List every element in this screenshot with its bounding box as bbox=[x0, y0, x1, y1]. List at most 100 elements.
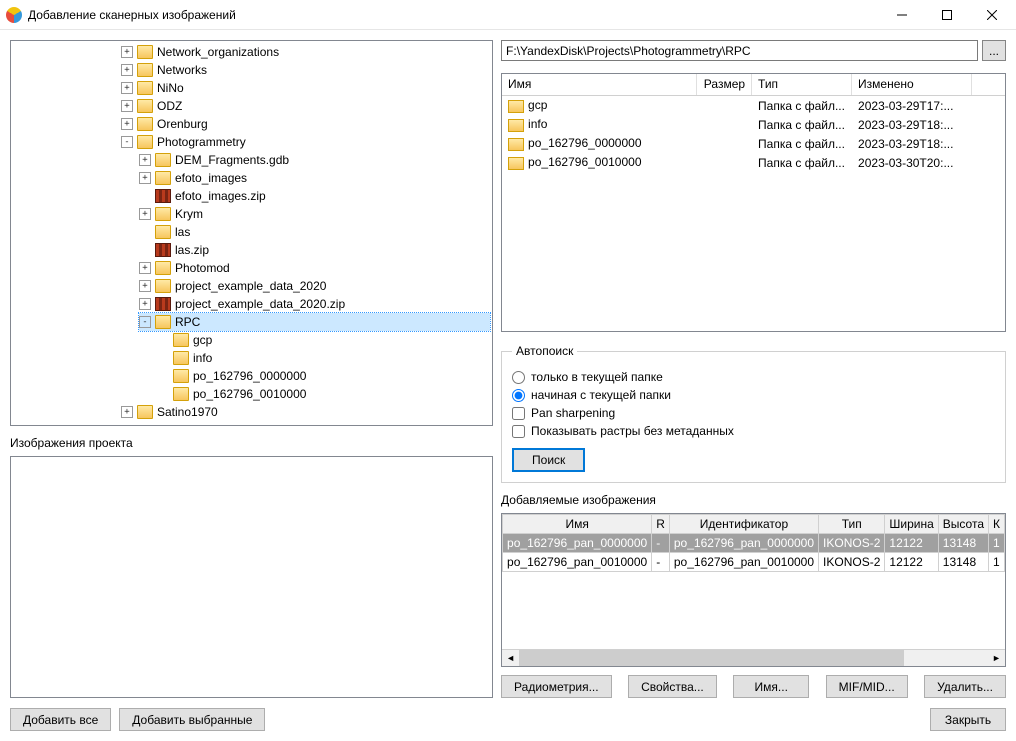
radio-only-current-label[interactable]: только в текущей папке bbox=[531, 370, 663, 384]
added-images-label: Добавляемые изображения bbox=[501, 493, 1006, 507]
col-name[interactable]: Имя bbox=[502, 74, 697, 95]
radio-from-current-label[interactable]: начиная с текущей папки bbox=[531, 388, 671, 402]
col-size[interactable]: Размер bbox=[697, 74, 752, 95]
tree-item[interactable]: gcp bbox=[157, 331, 490, 349]
tree-item[interactable]: po_162796_0010000 bbox=[157, 385, 490, 403]
tree-item[interactable]: +Networks bbox=[121, 61, 490, 79]
tree-item-label: project_example_data_2020.zip bbox=[175, 297, 345, 311]
check-pan-sharpening-label[interactable]: Pan sharpening bbox=[531, 406, 615, 420]
tree-item[interactable]: las.zip bbox=[139, 241, 490, 259]
file-row[interactable]: po_162796_0010000Папка с файл...2023-03-… bbox=[502, 153, 1005, 172]
delete-button[interactable]: Удалить... bbox=[924, 675, 1006, 698]
tree-item[interactable]: + Satino1970 bbox=[121, 403, 490, 421]
images-grid[interactable]: Имя R Идентификатор Тип Ширина Высота К … bbox=[501, 513, 1006, 667]
scroll-left-icon[interactable]: ◄ bbox=[502, 650, 519, 667]
path-input[interactable] bbox=[501, 40, 978, 61]
expand-icon[interactable]: + bbox=[121, 64, 133, 76]
mifmid-button[interactable]: MIF/MID... bbox=[826, 675, 908, 698]
tree-item-label: RPC bbox=[175, 315, 200, 329]
tree-item[interactable]: info bbox=[157, 349, 490, 367]
expand-icon[interactable]: + bbox=[139, 208, 151, 220]
grid-col-name[interactable]: Имя bbox=[503, 515, 652, 534]
check-show-no-meta-label[interactable]: Показывать растры без метаданных bbox=[531, 424, 734, 438]
expand-icon[interactable]: + bbox=[121, 100, 133, 112]
file-row[interactable]: infoПапка с файл...2023-03-29T18:... bbox=[502, 115, 1005, 134]
collapse-icon[interactable]: - bbox=[121, 136, 133, 148]
check-show-no-meta[interactable] bbox=[512, 425, 525, 438]
expand-icon[interactable]: + bbox=[121, 46, 133, 58]
folder-icon bbox=[508, 157, 524, 170]
search-button[interactable]: Поиск bbox=[512, 448, 585, 472]
folder-icon bbox=[155, 171, 171, 185]
grid-col-r[interactable]: R bbox=[652, 515, 670, 534]
radio-from-current[interactable] bbox=[512, 389, 525, 402]
scroll-right-icon[interactable]: ► bbox=[988, 650, 1005, 667]
grid-col-id[interactable]: Идентификатор bbox=[669, 515, 818, 534]
grid-row[interactable]: po_162796_pan_0000000-po_162796_pan_0000… bbox=[503, 534, 1005, 553]
tree-item[interactable]: - RPC bbox=[139, 313, 490, 331]
radio-only-current[interactable] bbox=[512, 371, 525, 384]
tree-item[interactable]: efoto_images.zip bbox=[139, 187, 490, 205]
expand-spacer bbox=[139, 190, 151, 202]
file-row[interactable]: po_162796_0000000Папка с файл...2023-03-… bbox=[502, 134, 1005, 153]
tree-item-label: efoto_images bbox=[175, 171, 247, 185]
minimize-button[interactable] bbox=[879, 0, 924, 29]
col-type[interactable]: Тип bbox=[752, 74, 852, 95]
grid-row[interactable]: po_162796_pan_0010000-po_162796_pan_0010… bbox=[503, 553, 1005, 572]
expand-icon[interactable]: + bbox=[121, 118, 133, 130]
col-modified[interactable]: Изменено bbox=[852, 74, 972, 95]
tree-item[interactable]: +Network_organizations bbox=[121, 43, 490, 61]
name-button[interactable]: Имя... bbox=[733, 675, 809, 698]
archive-icon bbox=[155, 243, 171, 257]
expand-spacer bbox=[157, 352, 169, 364]
expand-icon[interactable]: + bbox=[121, 406, 133, 418]
tree-item[interactable]: + efoto_images bbox=[139, 169, 490, 187]
tree-item[interactable]: + project_example_data_2020.zip bbox=[139, 295, 490, 313]
project-images-list[interactable] bbox=[10, 456, 493, 698]
browse-button[interactable]: ... bbox=[982, 40, 1006, 61]
tree-item-label: NiNo bbox=[157, 81, 184, 95]
file-row[interactable]: gcpПапка с файл...2023-03-29T17:... bbox=[502, 96, 1005, 115]
tree-item[interactable]: +DEM_Fragments.gdb bbox=[139, 151, 490, 169]
tree-item-label: Satino1970 bbox=[157, 405, 218, 419]
grid-col-width[interactable]: Ширина bbox=[885, 515, 938, 534]
tree-item[interactable]: + NiNo bbox=[121, 79, 490, 97]
grid-col-type[interactable]: Тип bbox=[819, 515, 885, 534]
grid-col-height[interactable]: Высота bbox=[938, 515, 988, 534]
expand-icon[interactable]: + bbox=[139, 298, 151, 310]
grid-col-k[interactable]: К bbox=[989, 515, 1005, 534]
grid-hscroll[interactable]: ◄ ► bbox=[502, 649, 1005, 666]
tree-item[interactable]: +Orenburg bbox=[121, 115, 490, 133]
folder-tree[interactable]: +Network_organizations+Networks+NiNo+ODZ… bbox=[10, 40, 493, 426]
expand-spacer bbox=[139, 244, 151, 256]
expand-icon[interactable]: + bbox=[139, 172, 151, 184]
properties-button[interactable]: Свойства... bbox=[628, 675, 717, 698]
radiometry-button[interactable]: Радиометрия... bbox=[501, 675, 612, 698]
folder-icon bbox=[137, 63, 153, 77]
check-pan-sharpening[interactable] bbox=[512, 407, 525, 420]
expand-icon[interactable]: + bbox=[139, 262, 151, 274]
tree-item[interactable]: po_162796_0000000 bbox=[157, 367, 490, 385]
folder-icon bbox=[155, 279, 171, 293]
tree-item[interactable]: +ODZ bbox=[121, 97, 490, 115]
tree-item[interactable]: +Krym bbox=[139, 205, 490, 223]
close-dialog-button[interactable]: Закрыть bbox=[930, 708, 1006, 731]
expand-icon[interactable]: + bbox=[139, 154, 151, 166]
folder-icon bbox=[137, 135, 153, 149]
scroll-thumb[interactable] bbox=[519, 650, 904, 667]
close-button[interactable] bbox=[969, 0, 1014, 29]
maximize-button[interactable] bbox=[924, 0, 969, 29]
tree-item[interactable]: +Photomod bbox=[139, 259, 490, 277]
collapse-icon[interactable]: - bbox=[139, 316, 151, 328]
tree-item-label: efoto_images.zip bbox=[175, 189, 266, 203]
tree-item[interactable]: las bbox=[139, 223, 490, 241]
grid-cell: 1 bbox=[989, 534, 1005, 553]
file-list[interactable]: Имя Размер Тип Изменено gcpПапка с файл.… bbox=[501, 73, 1006, 332]
add-all-button[interactable]: Добавить все bbox=[10, 708, 111, 731]
expand-icon[interactable]: + bbox=[139, 280, 151, 292]
add-selected-button[interactable]: Добавить выбранные bbox=[119, 708, 265, 731]
tree-item[interactable]: +project_example_data_2020 bbox=[139, 277, 490, 295]
tree-item[interactable]: -Photogrammetry bbox=[121, 133, 490, 151]
scroll-track[interactable] bbox=[519, 650, 988, 667]
expand-icon[interactable]: + bbox=[121, 82, 133, 94]
